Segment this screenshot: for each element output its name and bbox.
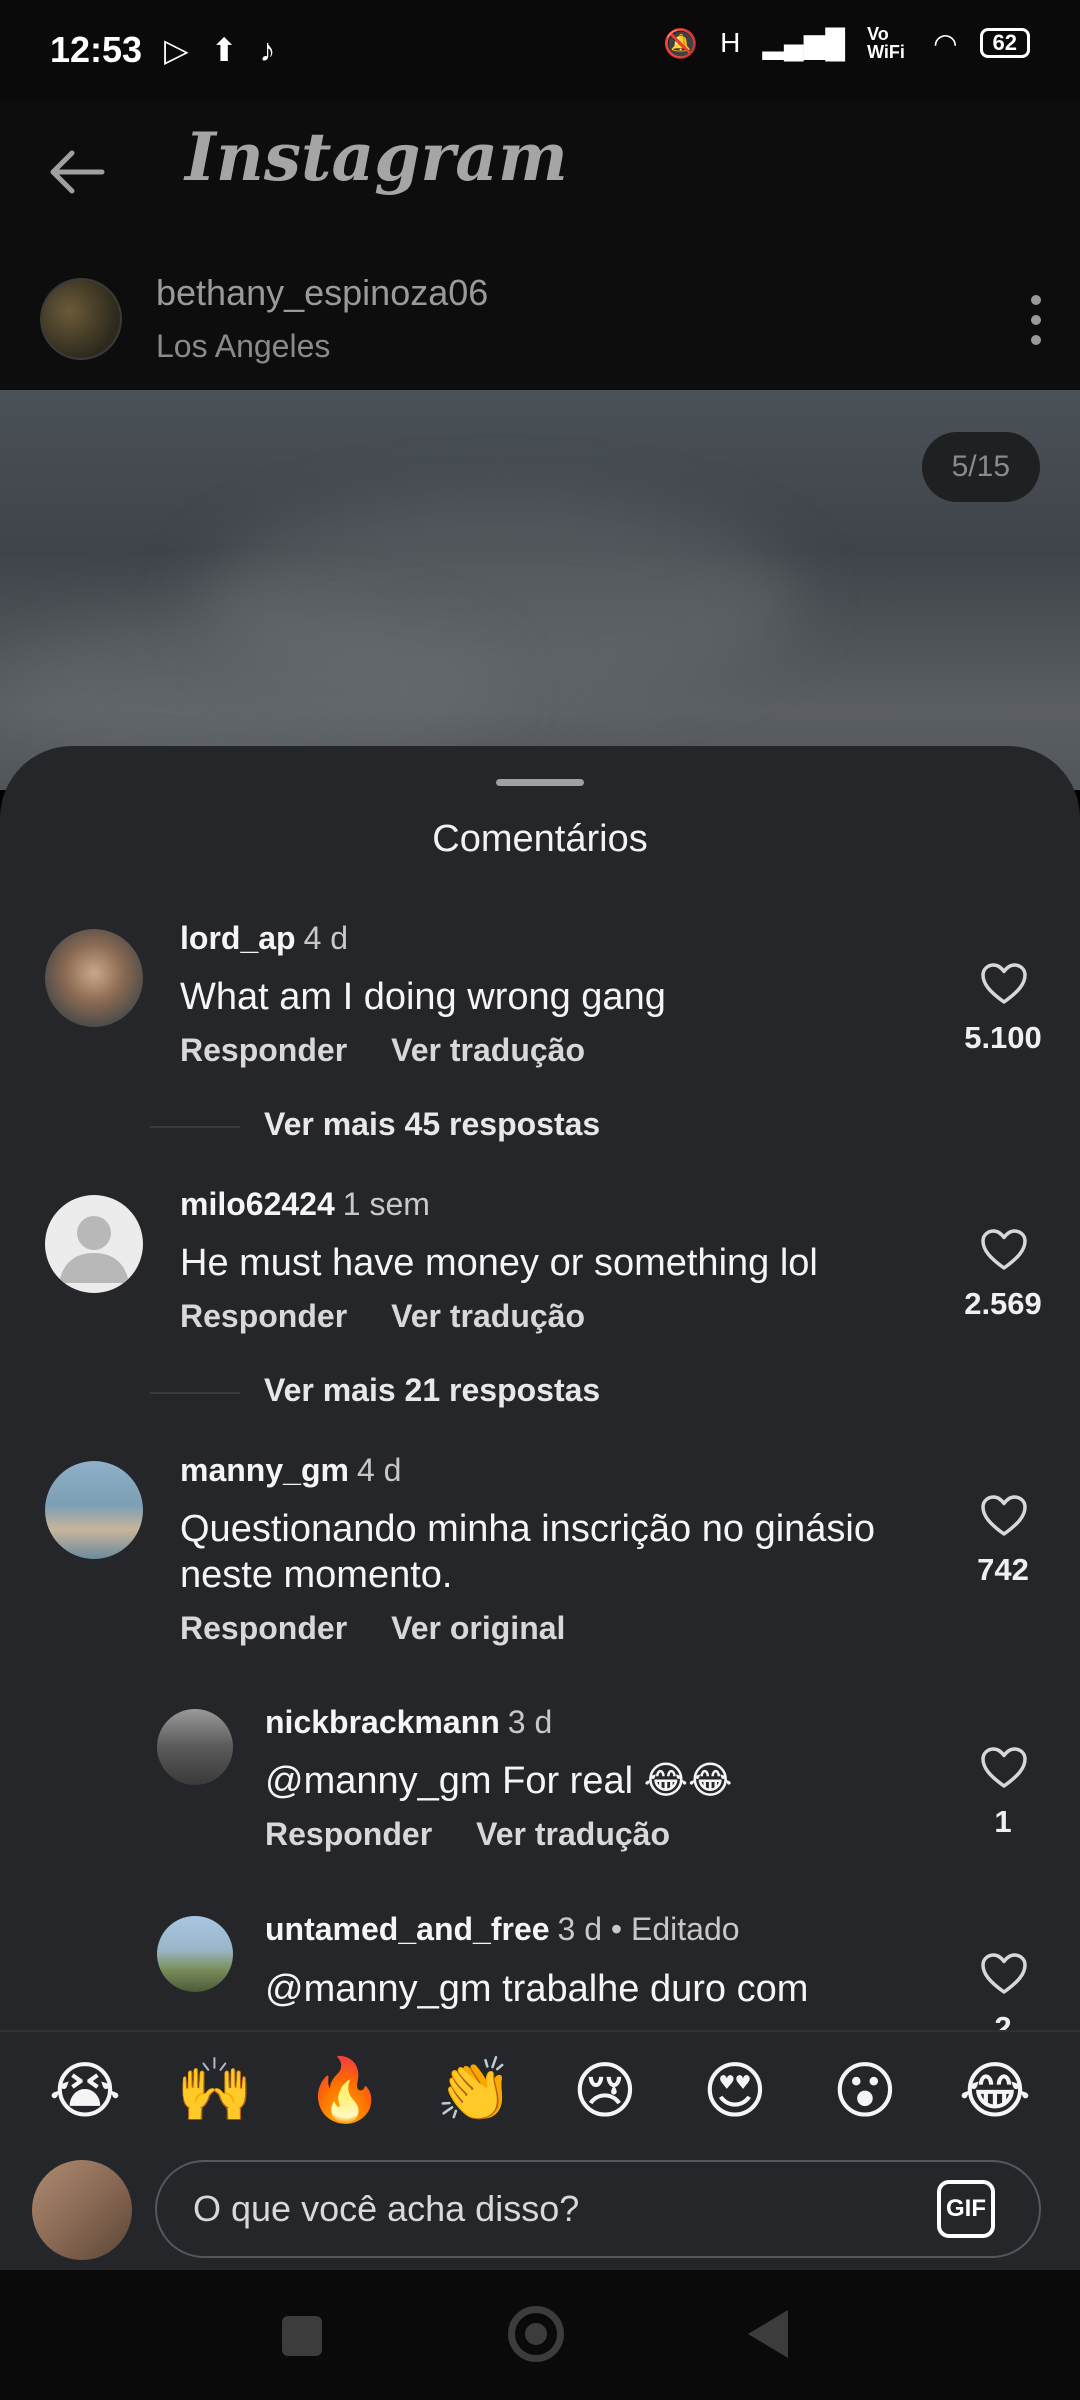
reply-button[interactable]: Responder — [180, 1610, 347, 1646]
like-count: 2.569 — [964, 1286, 1042, 1321]
like-count: 1 — [994, 1804, 1012, 1839]
system-back-button[interactable] — [748, 2310, 788, 2358]
reply-button[interactable]: Responder — [265, 1816, 432, 1852]
comment-input-row: O que você acha disso? GIF — [0, 2148, 1080, 2270]
emoji-laughing[interactable]: 😂 — [950, 2054, 1040, 2127]
post-author-avatar[interactable] — [40, 278, 122, 360]
comment-time: 3 d • Editado — [557, 1911, 740, 1947]
comment-time: 4 d — [303, 920, 349, 956]
translate-button[interactable]: Ver tradução — [476, 1816, 670, 1852]
like-heart-icon[interactable] — [980, 1952, 1028, 1996]
comment-text: Questionando minha inscrição no ginásio … — [180, 1508, 875, 1596]
emoji-loudly-crying[interactable]: 😭 — [40, 2054, 130, 2127]
sheet-title: Comentários — [432, 818, 648, 860]
back-arrow-icon[interactable] — [44, 140, 108, 204]
sheet-drag-handle[interactable] — [496, 779, 584, 786]
comment-input[interactable]: O que você acha disso? GIF — [155, 2160, 1041, 2258]
comment-username[interactable]: lord_ap — [180, 920, 296, 956]
upload-icon: ⬆ — [210, 32, 238, 68]
comment-avatar[interactable] — [45, 1195, 143, 1293]
status-bar: 12:53 ▷ ⬆ ♪ 🔕 H ▂▄▆█ Vo WiFi ◠ 62 — [0, 0, 1080, 100]
post-location[interactable]: Los Angeles — [156, 328, 330, 365]
home-button[interactable] — [508, 2306, 564, 2362]
reply-button[interactable]: Responder — [180, 1032, 347, 1068]
system-nav-bar — [0, 2270, 1080, 2400]
vowifi-label: Vo WiFi — [867, 24, 905, 62]
like-count: 5.100 — [964, 1020, 1042, 1055]
gif-button[interactable]: GIF — [937, 2180, 995, 2238]
like-heart-icon[interactable] — [980, 962, 1028, 1006]
translate-button[interactable]: Ver tradução — [391, 1298, 585, 1334]
tiktok-icon: ♪ — [259, 31, 276, 68]
wifi-icon: ◠ — [933, 27, 958, 59]
current-user-avatar — [32, 2160, 132, 2260]
comment-time: 4 d — [356, 1452, 402, 1488]
post-photo[interactable] — [0, 390, 1080, 790]
emoji-heart-eyes[interactable]: 😍 — [690, 2054, 780, 2127]
emoji-surprised[interactable]: 😮 — [820, 2054, 910, 2127]
like-count: 742 — [977, 1552, 1029, 1587]
status-time: 12:53 — [50, 29, 143, 70]
comment-text: @manny_gm For real 😂😂 — [265, 1760, 733, 1802]
comment-input-placeholder: O que você acha disso? — [193, 2188, 580, 2229]
comment-text: What am I doing wrong gang — [180, 976, 666, 1018]
mute-icon: 🔕 — [663, 27, 699, 59]
comment-avatar[interactable] — [157, 1709, 233, 1785]
comment-text: He must have money or something lol — [180, 1242, 818, 1284]
comment-username[interactable]: nickbrackmann — [265, 1704, 500, 1740]
comment-username[interactable]: milo62424 — [180, 1186, 335, 1222]
comment-avatar[interactable] — [157, 1916, 233, 1992]
reply-button[interactable]: Responder — [180, 1298, 347, 1334]
carousel-page-counter: 5/15 — [921, 432, 1040, 502]
like-heart-icon[interactable] — [980, 1494, 1028, 1538]
play-store-icon: ▷ — [164, 32, 189, 68]
comment-avatar[interactable] — [45, 929, 143, 1027]
network-type: H — [720, 27, 741, 58]
emoji-raised-hands[interactable]: 🙌 — [170, 2054, 260, 2127]
emoji-fire[interactable]: 🔥 — [300, 2054, 390, 2127]
recents-button[interactable] — [282, 2316, 322, 2356]
post-author-username[interactable]: bethany_espinoza06 — [156, 272, 488, 314]
comment-time: 1 sem — [342, 1186, 430, 1222]
more-options-icon[interactable] — [1030, 292, 1042, 348]
like-heart-icon[interactable] — [980, 1746, 1028, 1790]
view-more-replies[interactable]: Ver mais 45 respostas — [150, 1106, 600, 1143]
see-original-button[interactable]: Ver original — [391, 1610, 565, 1646]
comment-username[interactable]: untamed_and_free — [265, 1911, 550, 1947]
comment-avatar[interactable] — [45, 1461, 143, 1559]
signal-icon: ▂▄▆█ — [762, 27, 846, 59]
view-more-replies[interactable]: Ver mais 21 respostas — [150, 1372, 600, 1409]
battery-icon: 62 — [979, 28, 1030, 58]
like-heart-icon[interactable] — [980, 1228, 1028, 1272]
default-avatar-icon — [59, 1216, 129, 1283]
translate-button[interactable]: Ver tradução — [391, 1032, 585, 1068]
comment-username[interactable]: manny_gm — [180, 1452, 349, 1488]
comment-time: 3 d — [507, 1704, 553, 1740]
emoji-reaction-bar: 😭 🙌 🔥 👏 😢 😍 😮 😂 — [0, 2030, 1080, 2148]
comment-text: @manny_gm trabalhe duro com — [265, 1968, 809, 2010]
emoji-clapping[interactable]: 👏 — [430, 2054, 520, 2127]
app-logo: Instagram — [185, 118, 568, 196]
emoji-crying[interactable]: 😢 — [560, 2054, 650, 2127]
